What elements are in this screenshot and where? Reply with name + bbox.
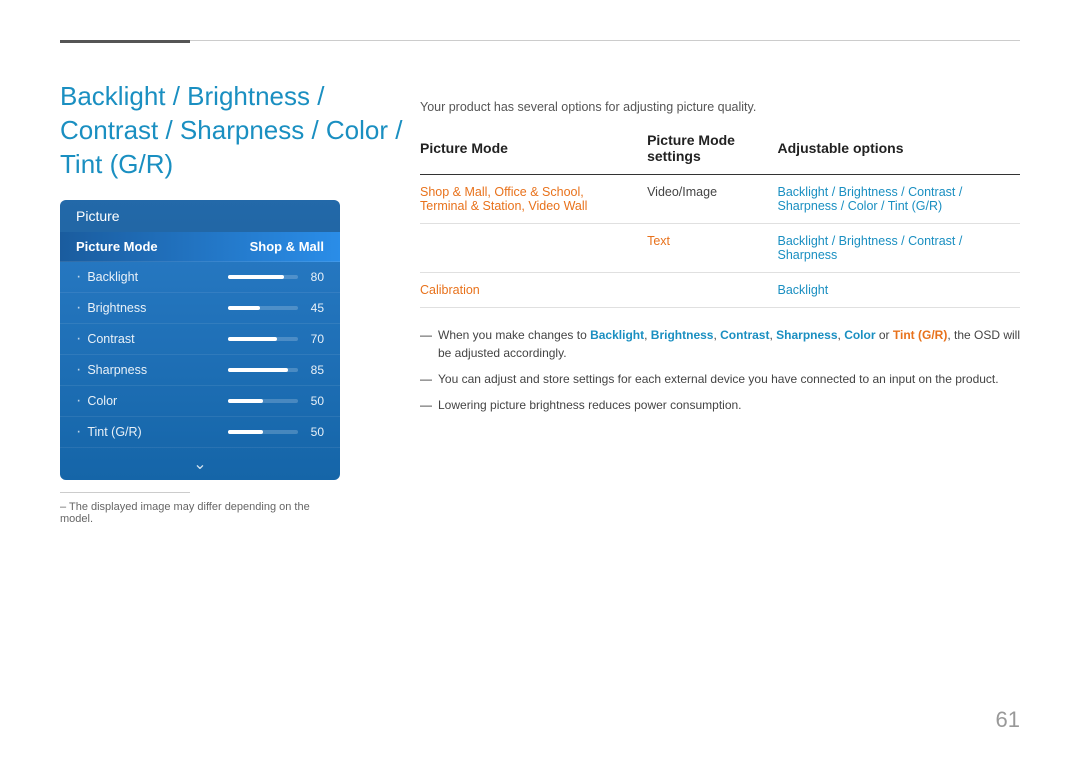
intro-text: Your product has several options for adj… (420, 100, 1020, 114)
osd-selected-value: Shop & Mall (250, 239, 324, 254)
col-header-settings: Picture Mode settings (647, 132, 777, 175)
footnote-text: – The displayed image may differ dependi… (60, 501, 340, 525)
table-header-row: Picture Mode Picture Mode settings Adjus… (420, 132, 1020, 175)
table-cell-mode: Shop & Mall, Office & School, Terminal &… (420, 175, 647, 224)
top-line-accent (60, 40, 190, 43)
slider-value: 50 (304, 394, 324, 408)
slider-fill (228, 275, 284, 279)
table-cell-settings: Video/Image (647, 175, 777, 224)
osd-row-tint--g-r-[interactable]: Tint (G/R) 50 (60, 417, 340, 448)
col-header-adjustable: Adjustable options (778, 132, 1020, 175)
osd-row-label: Contrast (76, 330, 135, 348)
slider-bar (228, 337, 298, 341)
osd-row-sharpness[interactable]: Sharpness 85 (60, 355, 340, 386)
slider-fill (228, 306, 260, 310)
slider-fill (228, 399, 263, 403)
osd-row-backlight[interactable]: Backlight 80 (60, 262, 340, 293)
page-number: 61 (996, 707, 1020, 733)
right-panel: Your product has several options for adj… (420, 100, 1020, 422)
osd-chevron-down[interactable]: ⌄ (60, 448, 340, 480)
table-cell-mode (420, 224, 647, 273)
osd-row-color[interactable]: Color 50 (60, 386, 340, 417)
slider-bar (228, 430, 298, 434)
table-cell-adjustable: Backlight / Brightness / Contrast / Shar… (778, 175, 1020, 224)
slider-container: 50 (228, 394, 324, 408)
note-item: You can adjust and store settings for ea… (420, 370, 1020, 388)
slider-value: 80 (304, 270, 324, 284)
slider-bar (228, 399, 298, 403)
slider-value: 85 (304, 363, 324, 377)
slider-container: 45 (228, 301, 324, 315)
slider-container: 80 (228, 270, 324, 284)
osd-row-contrast[interactable]: Contrast 70 (60, 324, 340, 355)
table-body: Shop & Mall, Office & School, Terminal &… (420, 175, 1020, 308)
table-cell-mode: Calibration (420, 273, 647, 308)
table-cell-adjustable: Backlight / Brightness / Contrast / Shar… (778, 224, 1020, 273)
osd-row-label: Brightness (76, 299, 146, 317)
slider-bar (228, 275, 298, 279)
note-text: Lowering picture brightness reduces powe… (438, 396, 742, 414)
table-cell-settings: Text (647, 224, 777, 273)
footnote-dash: – (60, 501, 69, 513)
page-title: Backlight / Brightness / Contrast / Shar… (60, 80, 420, 181)
table-cell-settings (647, 273, 777, 308)
slider-value: 45 (304, 301, 324, 315)
osd-selected-label: Picture Mode (76, 239, 158, 254)
note-item: Lowering picture brightness reduces powe… (420, 396, 1020, 414)
table-cell-adjustable: Backlight (778, 273, 1020, 308)
left-panel: Picture Picture Mode Shop & Mall Backlig… (60, 200, 340, 525)
note-item: When you make changes to Backlight, Brig… (420, 326, 1020, 362)
osd-row-label: Tint (G/R) (76, 423, 142, 441)
table-row: Shop & Mall, Office & School, Terminal &… (420, 175, 1020, 224)
osd-menu: Picture Picture Mode Shop & Mall Backlig… (60, 200, 340, 480)
note-text: When you make changes to Backlight, Brig… (438, 326, 1020, 362)
slider-value: 70 (304, 332, 324, 346)
osd-row-brightness[interactable]: Brightness 45 (60, 293, 340, 324)
osd-row-label: Sharpness (76, 361, 147, 379)
slider-fill (228, 337, 277, 341)
slider-fill (228, 430, 263, 434)
osd-row-label: Backlight (76, 268, 138, 286)
osd-header: Picture (60, 200, 340, 232)
notes-section: When you make changes to Backlight, Brig… (420, 326, 1020, 414)
info-table: Picture Mode Picture Mode settings Adjus… (420, 132, 1020, 308)
table-row: Text Backlight / Brightness / Contrast /… (420, 224, 1020, 273)
table-row: Calibration Backlight (420, 273, 1020, 308)
slider-bar (228, 306, 298, 310)
osd-row-label: Color (76, 392, 117, 410)
slider-bar (228, 368, 298, 372)
footnote-content: The displayed image may differ depending… (60, 501, 310, 525)
top-line-separator (60, 40, 1020, 41)
osd-selected-row[interactable]: Picture Mode Shop & Mall (60, 232, 340, 262)
osd-rows: Backlight 80 Brightness 45 Contrast (60, 262, 340, 448)
slider-value: 50 (304, 425, 324, 439)
slider-container: 85 (228, 363, 324, 377)
slider-container: 70 (228, 332, 324, 346)
note-text: You can adjust and store settings for ea… (438, 370, 999, 388)
slider-container: 50 (228, 425, 324, 439)
col-header-mode: Picture Mode (420, 132, 647, 175)
divider-line (60, 492, 190, 493)
slider-fill (228, 368, 288, 372)
